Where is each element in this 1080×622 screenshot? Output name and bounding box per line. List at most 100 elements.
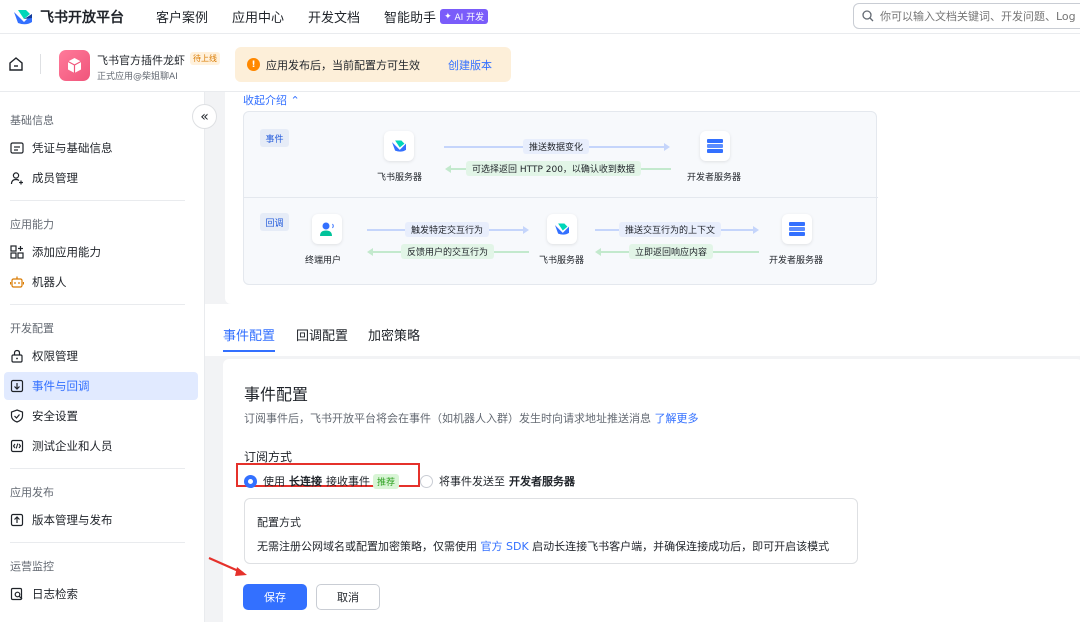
search-icon [862, 10, 874, 22]
callback-feishu-server-icon [547, 214, 577, 244]
callback-node-dev-server: 开发者服务器 [769, 256, 824, 266]
event-push-label: 推送数据变化 [523, 139, 590, 154]
chevron-up-icon: ⌃ [290, 94, 300, 107]
callback-dev-server-icon [782, 214, 812, 244]
sidebar-item-members[interactable]: 成员管理 [4, 164, 198, 192]
sidebar-item-label: 成员管理 [32, 171, 78, 185]
sidebar-item-bot[interactable]: 机器人 [4, 268, 198, 296]
option2-pre: 将事件发送至 [439, 475, 505, 488]
upload-icon [10, 513, 24, 527]
sidebar-group-app-capabilities: 应用能力 [10, 218, 54, 231]
nav-item-customer-cases[interactable]: 客户案例 [156, 7, 208, 26]
sidebar-item-label: 事件与回调 [32, 379, 90, 393]
sidebar-item-events-callbacks[interactable]: 事件与回调 [4, 372, 198, 400]
feishu-logo-icon [14, 9, 32, 24]
mode-desc-post: 启动长连接飞书客户端，并确保连接成功后，即可开启该模式 [532, 540, 830, 553]
code-icon [10, 439, 24, 453]
config-mode-title: 配置方式 [257, 516, 301, 529]
header-divider [40, 54, 41, 74]
top-navbar: 飞书开放平台 客户案例 应用中心 开发文档 智能助手 ✦ AI 开发 [0, 0, 1080, 34]
radio-checked[interactable] [244, 474, 257, 488]
recommended-badge: 推荐 [373, 473, 400, 489]
collapse-intro-label: 收起介绍 [243, 94, 287, 107]
event-config-title: 事件配置 [244, 385, 309, 404]
create-version-link[interactable]: 创建版本 [448, 57, 492, 73]
callback-context-label: 推送交互行为的上下文 [619, 222, 722, 237]
official-sdk-link[interactable]: 官方 SDK [481, 540, 529, 553]
diagram-divider [244, 197, 878, 198]
sidebar-item-add-capability[interactable]: 添加应用能力 [4, 238, 198, 266]
sidebar-group-dev-config: 开发配置 [10, 322, 54, 335]
event-ack-label: 可选择返回 HTTP 200，以确认收到数据 [466, 161, 641, 176]
option1-pre: 使用 [263, 475, 285, 488]
cube-icon [67, 58, 82, 73]
event-config-desc: 订阅事件后，飞书开放平台将会在事件（如机器人入群）发生时向请求地址推送消息 了解… [244, 410, 699, 426]
active-tab-indicator [223, 350, 275, 352]
intro-card: 收起介绍 ⌃ 事件 飞书服务器 推送数据变化 可选择返回 HTTP 200，以确… [225, 92, 1080, 304]
radio-long-connection[interactable]: 使用 长连接 接收事件 推荐 [244, 473, 400, 489]
user-add-icon [10, 172, 23, 185]
app-owner: 正式应用@柴姐聊AI [97, 72, 178, 82]
sidebar-item-permissions[interactable]: 权限管理 [4, 342, 198, 370]
sidebar-item-version-release[interactable]: 版本管理与发布 [4, 506, 198, 534]
option2-bold: 开发者服务器 [509, 475, 575, 488]
sidebar-item-label: 权限管理 [32, 349, 78, 363]
event-config-card: 事件配置 订阅事件后，飞书开放平台将会在事件（如机器人入群）发生时向请求地址推送… [223, 359, 1080, 622]
search-box[interactable] [853, 3, 1080, 29]
cancel-button[interactable]: 取消 [316, 584, 380, 610]
feishu-server-icon [384, 131, 414, 161]
nav-item-app-center[interactable]: 应用中心 [232, 7, 284, 26]
sidebar-item-label: 版本管理与发布 [32, 513, 113, 527]
search-input[interactable] [880, 9, 1080, 23]
app-name: 飞书官方插件龙虾 [97, 54, 185, 67]
sidebar-item-label: 凭证与基础信息 [32, 141, 113, 155]
option1-post: 接收事件 [326, 475, 370, 488]
robot-icon [10, 276, 24, 288]
grid-add-icon [10, 245, 24, 259]
nav-item-dev-docs[interactable]: 开发文档 [308, 7, 360, 26]
home-icon[interactable] [8, 56, 24, 72]
event-node-feishu-server: 飞书服务器 [377, 173, 423, 183]
sidebar-divider [10, 304, 185, 305]
sidebar-item-label: 安全设置 [32, 409, 78, 423]
notice-text: 应用发布后，当前配置方可生效 [266, 58, 420, 72]
callback-tag: 回调 [260, 213, 289, 231]
learn-more-link[interactable]: 了解更多 [655, 412, 699, 425]
double-chevron-left-icon: « [200, 108, 209, 125]
config-mode-box: 配置方式 无需注册公网域名或配置加密策略，仅需使用 官方 SDK 启动长连接飞书… [244, 498, 858, 564]
sidebar-collapse-button[interactable]: « [192, 104, 217, 129]
sidebar-group-app-publish: 应用发布 [10, 486, 54, 499]
sidebar-divider [10, 200, 185, 201]
sidebar-item-security[interactable]: 安全设置 [4, 402, 198, 430]
radio-dev-server[interactable]: 将事件发送至 开发者服务器 [420, 473, 579, 489]
sidebar-group-basic-info: 基础信息 [10, 114, 54, 127]
tab-event-config[interactable]: 事件配置 [223, 325, 275, 344]
event-flow-diagram: 事件 飞书服务器 推送数据变化 可选择返回 HTTP 200，以确认收到数据 开… [243, 111, 878, 285]
config-mode-desc: 无需注册公网域名或配置加密策略，仅需使用 官方 SDK 启动长连接飞书客户端，并… [257, 538, 829, 554]
callback-response-label: 立即返回响应内容 [629, 244, 714, 259]
nav-item-ai-assistant[interactable]: 智能助手 ✦ AI 开发 [384, 7, 489, 26]
sidebar-group-monitoring: 运营监控 [10, 560, 54, 573]
sidebar-item-test-tenants[interactable]: 测试企业和人员 [4, 432, 198, 460]
collapse-intro-link[interactable]: 收起介绍 ⌃ [243, 92, 300, 108]
app-status-badge: 待上线 [190, 52, 220, 65]
sidebar-item-credentials[interactable]: 凭证与基础信息 [4, 134, 198, 162]
tab-callback-config[interactable]: 回调配置 [296, 325, 348, 344]
logo[interactable]: 飞书开放平台 [12, 7, 124, 27]
app-avatar[interactable] [59, 50, 90, 81]
radio-long-connection-label: 使用 长连接 接收事件 推荐 [263, 473, 400, 489]
app-header: 飞书官方插件龙虾 待上线 正式应用@柴姐聊AI ! 应用发布后，当前配置方可生效… [0, 34, 1080, 92]
sidebar-item-label: 添加应用能力 [32, 245, 101, 259]
save-button[interactable]: 保存 [243, 584, 307, 610]
option1-bold: 长连接 [289, 475, 322, 488]
log-search-icon [10, 587, 23, 601]
sparkle-icon: ✦ [444, 11, 452, 22]
tab-encryption[interactable]: 加密策略 [368, 325, 420, 344]
sidebar-item-log-search[interactable]: 日志检索 [4, 580, 198, 608]
radio-unchecked[interactable] [420, 474, 433, 488]
sidebar-item-label: 测试企业和人员 [32, 439, 113, 453]
nav-item-ai-assistant-label: 智能助手 [384, 11, 437, 26]
warning-icon: ! [247, 58, 260, 71]
sidebar-item-label: 机器人 [32, 275, 67, 289]
callback-node-end-user: 终端用户 [305, 256, 342, 266]
